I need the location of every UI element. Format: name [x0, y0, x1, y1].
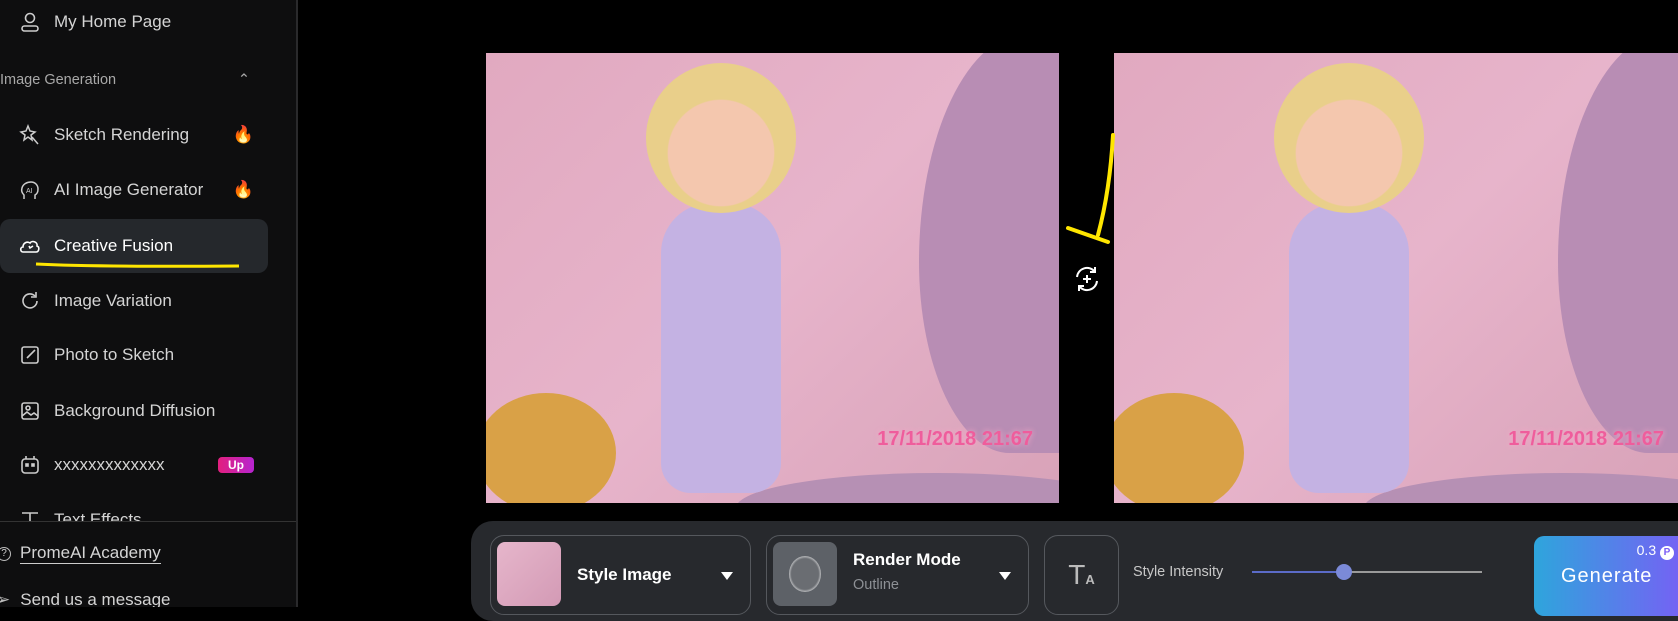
credit-cost: 0.3 P — [1637, 542, 1674, 560]
outline-thumbnail — [773, 542, 837, 606]
render-mode-select[interactable]: Render Mode Outline — [766, 535, 1029, 615]
baby-head — [646, 63, 796, 213]
sidebar-item-ai-image-generator[interactable]: AI AI Image Generator 🔥 — [0, 163, 268, 217]
sidebar-item-photo-to-sketch[interactable]: Photo to Sketch — [0, 328, 268, 382]
image-timestamp: 17/11/2018 21:67 — [877, 428, 1033, 450]
sidebar-item-creative-fusion[interactable]: Creative Fusion — [0, 219, 268, 273]
highlight-underline — [35, 262, 240, 268]
magic-star-icon — [18, 123, 42, 147]
credit-icon: P — [1660, 546, 1674, 560]
sidebar-item-background-diffusion[interactable]: Background Diffusion — [0, 384, 268, 438]
baby-body — [661, 203, 781, 493]
swap-icon[interactable] — [1072, 264, 1102, 294]
style-intensity-slider[interactable] — [1252, 564, 1482, 580]
plush-toy — [1114, 393, 1244, 503]
plush-toy — [486, 393, 616, 503]
image-icon — [18, 399, 42, 423]
sidebar-item-label: My Home Page — [54, 12, 172, 31]
academy-link[interactable]: ? PromeAI Academy — [0, 543, 161, 564]
generate-label: Generate — [1561, 565, 1653, 587]
sidebar-item-label: AI Image Generator — [54, 180, 204, 199]
toolbar: Style Image Render Mode Outline TA Style… — [471, 521, 1678, 621]
text-size-icon: TA — [1068, 559, 1095, 590]
send-icon: ➢ — [0, 590, 10, 607]
ai-head-icon: AI — [18, 178, 42, 202]
academy-label: PromeAI Academy — [20, 543, 161, 564]
style-image-label: Style Image — [577, 565, 672, 584]
sidebar-item-label: Image Variation — [54, 291, 172, 310]
render-mode-label: Render Mode — [853, 550, 961, 569]
up-badge: Up — [218, 457, 254, 473]
render-mode-value: Outline — [853, 577, 899, 593]
sidebar-item-image-variation[interactable]: Image Variation — [0, 274, 268, 328]
sidebar-item-label: xxxxxxxxxxxxx — [54, 455, 165, 474]
user-icon — [18, 10, 42, 34]
sidebar-item-label: Photo to Sketch — [54, 345, 175, 364]
caret-down-icon — [999, 572, 1011, 580]
sidebar-item-label: Sketch Rendering — [54, 125, 190, 144]
slider-fill — [1252, 571, 1344, 573]
slider-thumb[interactable] — [1336, 564, 1352, 580]
section-title: Image Generation — [0, 72, 117, 88]
rug — [1364, 473, 1678, 503]
text-style-button[interactable]: TA — [1044, 535, 1119, 615]
image-timestamp: 17/11/2018 21:67 — [1508, 428, 1664, 450]
annotation-arrow — [1066, 133, 1115, 244]
rug — [736, 473, 1059, 503]
blanket — [919, 53, 1059, 453]
source-image[interactable]: 17/11/2018 21:67 — [486, 53, 1059, 503]
edit-square-icon — [18, 343, 42, 367]
sidebar-item-masked[interactable]: xxxxxxxxxxxxx Up — [0, 438, 268, 492]
section-image-generation[interactable]: Image Generation ⌃ — [0, 72, 268, 88]
caret-down-icon — [721, 572, 733, 580]
style-image-thumbnail — [497, 542, 561, 606]
style-image-select[interactable]: Style Image — [490, 535, 751, 615]
sidebar-item-sketch-rendering[interactable]: Sketch Rendering 🔥 — [0, 108, 268, 162]
style-intensity-label: Style Intensity — [1133, 564, 1224, 580]
blanket — [1558, 53, 1678, 453]
chevron-up-icon: ⌃ — [237, 72, 250, 88]
fire-icon: 🔥 — [232, 125, 254, 144]
fire-icon: 🔥 — [232, 180, 254, 199]
cost-value: 0.3 — [1636, 542, 1657, 558]
send-message-link[interactable]: ➢ Send us a message — [0, 590, 171, 607]
generate-button[interactable]: 0.3 P Generate — [1534, 536, 1678, 616]
sidebar: My Home Page Image Generation ⌃ Sketch R… — [0, 0, 298, 607]
result-image[interactable]: 17/11/2018 21:67 — [1114, 53, 1678, 503]
sidebar-item-home[interactable]: My Home Page — [0, 0, 268, 49]
baby-head — [1274, 63, 1424, 213]
sidebar-item-label: Creative Fusion — [54, 236, 174, 255]
svg-text:AI: AI — [26, 188, 33, 195]
send-message-label: Send us a message — [20, 590, 171, 607]
help-icon: ? — [0, 546, 11, 561]
refresh-icon — [18, 289, 42, 313]
robot-icon — [18, 453, 42, 477]
fusion-cloud-icon — [18, 234, 42, 258]
sidebar-item-label: Background Diffusion — [54, 401, 216, 420]
baby-body — [1289, 203, 1409, 493]
